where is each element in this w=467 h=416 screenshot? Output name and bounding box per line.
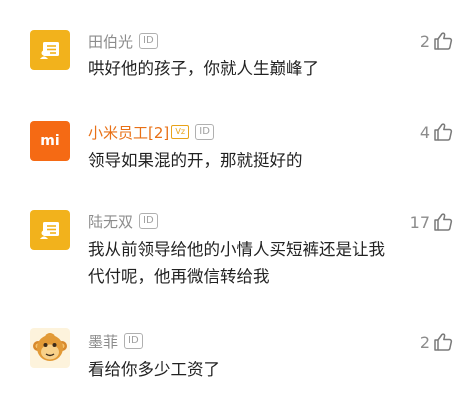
username[interactable]: 田伯光 [88, 31, 133, 52]
id-badge: ID [195, 124, 214, 140]
thumbs-up-icon [434, 32, 453, 50]
like-count: 2 [419, 332, 430, 352]
comment-header: 陆无双 ID [88, 210, 158, 232]
avatar[interactable] [30, 328, 70, 368]
like-button[interactable]: 2 [420, 31, 453, 51]
id-badge: ID [139, 213, 158, 229]
vip-badge: Vz [171, 125, 190, 139]
username[interactable]: 陆无双 [88, 211, 133, 232]
comment-header: 田伯光 ID [88, 30, 158, 52]
monkey-icon [30, 328, 70, 368]
username[interactable]: 墨菲 [88, 331, 118, 352]
thumbs-up-icon [434, 123, 453, 141]
avatar[interactable] [30, 30, 70, 70]
comment-header: 小米员工[2] Vz ID [88, 121, 214, 143]
comment-header: 墨菲 ID [88, 330, 143, 352]
like-button[interactable]: 4 [420, 122, 453, 142]
like-count: 17 [409, 212, 430, 232]
document-icon [40, 42, 59, 59]
like-button[interactable]: 2 [420, 332, 453, 352]
comment-text: 我从前领导给他的小情人买短裤还是让我代付呢，他再微信转给我 [88, 240, 385, 286]
id-badge: ID [139, 33, 158, 49]
xiaomi-logo: mi [40, 133, 60, 149]
avatar[interactable] [30, 210, 70, 250]
id-badge: ID [124, 333, 143, 349]
username[interactable]: 小米员工[2] [88, 122, 169, 143]
comment-text: 哄好他的孩子，你就人生巅峰了 [88, 59, 319, 78]
avatar[interactable]: mi [30, 121, 70, 161]
comment-text: 看给你多少工资了 [88, 360, 220, 379]
thumbs-up-icon [434, 213, 453, 231]
comment-text: 领导如果混的开，那就挺好的 [88, 151, 303, 170]
like-count: 2 [419, 31, 430, 51]
thumbs-up-icon [434, 333, 453, 351]
document-icon [40, 222, 59, 239]
like-button[interactable]: 17 [410, 212, 453, 232]
like-count: 4 [419, 122, 430, 142]
